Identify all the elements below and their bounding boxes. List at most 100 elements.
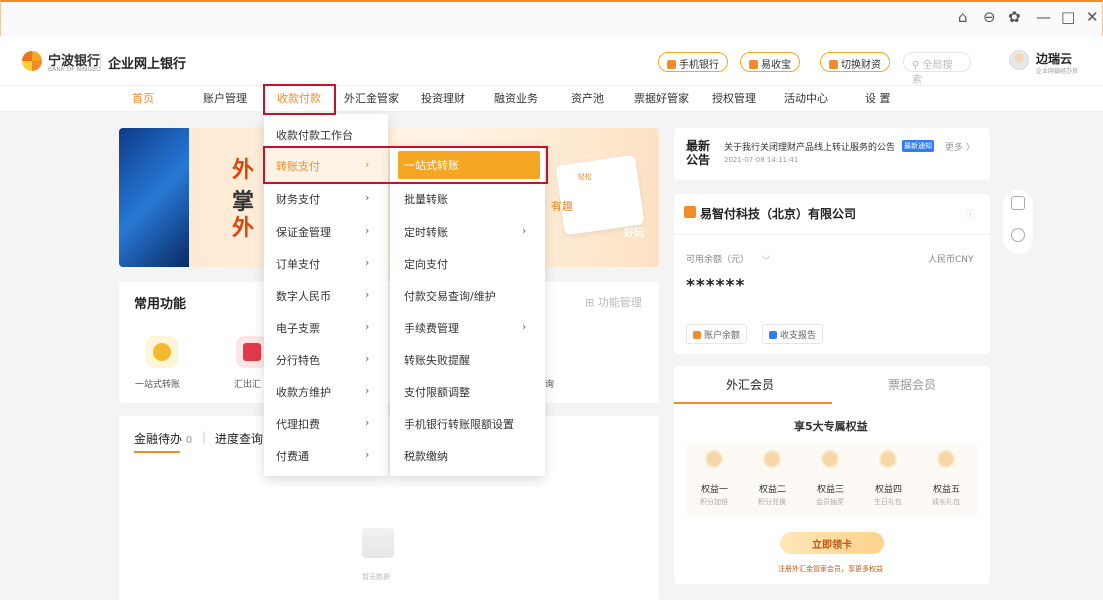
income-report-button[interactable]: 收支报告 xyxy=(762,324,824,344)
maximize-icon[interactable]: □ xyxy=(1061,8,1075,26)
menu-deposit-mgmt[interactable]: 保证金管理 xyxy=(276,224,331,240)
briefcase-icon[interactable] xyxy=(1011,196,1025,210)
perk-1-icon xyxy=(705,450,723,468)
member-tab-underline xyxy=(674,402,832,404)
perk-4-icon xyxy=(879,450,897,468)
chevron-right-icon: › xyxy=(522,320,527,333)
submenu-mobile-limit[interactable]: 手机银行转账限额设置 xyxy=(404,416,514,432)
menu-finance-payment[interactable]: 财务支付 xyxy=(276,191,320,207)
mobile-bank-button[interactable]: 手机银行 xyxy=(658,52,728,72)
chevron-right-icon: › xyxy=(365,416,370,429)
headset-icon[interactable] xyxy=(1011,228,1025,242)
nav-forex[interactable]: 外汇金管家 xyxy=(344,90,399,106)
function-query[interactable]: 询 xyxy=(545,377,554,390)
banner-tag-play: 好玩 xyxy=(624,228,644,239)
get-card-button[interactable]: 立即领卡 xyxy=(780,532,884,554)
banner-tag-easy: 轻松 xyxy=(578,173,592,181)
tab-progress-query[interactable]: 进度查询 xyxy=(215,430,263,447)
global-search-input[interactable]: ⚲ 全局搜索 xyxy=(903,52,971,86)
nav-asset-pool[interactable]: 资产池 xyxy=(571,90,604,106)
report-icon xyxy=(769,331,777,339)
chevron-right-icon: › xyxy=(365,320,370,333)
perk-4-name: 权益四 xyxy=(875,485,903,495)
perk-3-icon xyxy=(821,450,839,468)
switch-treasury-label: 切换财资 xyxy=(841,60,881,71)
mobile-bank-label: 手机银行 xyxy=(679,60,719,71)
function-remit[interactable]: 汇出汇 xyxy=(234,377,261,390)
menu-order-payment[interactable]: 订单支付 xyxy=(276,256,320,272)
chevron-right-icon: › xyxy=(522,224,527,237)
empty-state-icon xyxy=(362,528,394,558)
company-name[interactable]: 易智付科技（北京）有限公司 xyxy=(700,205,856,222)
tab-forex-member[interactable]: 外汇会员 xyxy=(726,376,774,393)
avatar[interactable] xyxy=(1009,50,1029,70)
close-icon[interactable]: ✕ xyxy=(1086,8,1099,26)
nav-activity[interactable]: 活动中心 xyxy=(784,90,828,106)
menu-agent-deduction[interactable]: 代理扣费 xyxy=(276,416,320,432)
nav-bills[interactable]: 票据好管家 xyxy=(634,90,689,106)
switch-icon xyxy=(829,60,838,69)
chevron-right-icon: › xyxy=(365,352,370,365)
balance-icon xyxy=(693,331,701,339)
eye-icon[interactable]: ◡ xyxy=(762,251,770,261)
one-stop-transfer-icon[interactable] xyxy=(146,336,178,368)
announcement-badge: 最新通知 xyxy=(902,140,934,152)
account-balance-button[interactable]: 账户余额 xyxy=(686,324,748,344)
announcement-title[interactable]: 关于我行关闭理财产品线上转让服务的公告 xyxy=(724,140,895,153)
nav-accounts[interactable]: 账户管理 xyxy=(203,90,247,106)
announcement-panel xyxy=(674,128,990,180)
user-role: 企业网银经办员 xyxy=(1036,68,1079,75)
perk-5-name: 权益五 xyxy=(933,485,961,495)
submenu-fee-mgmt[interactable]: 手续费管理 xyxy=(404,320,459,336)
announcement-tag-line1: 最新 xyxy=(686,139,711,153)
menu-payee-maintenance[interactable]: 收款方维护 xyxy=(276,384,331,400)
info-icon[interactable]: ⓘ xyxy=(966,207,975,220)
submenu-batch-transfer[interactable]: 批量转账 xyxy=(404,191,448,207)
menu-fee-pass[interactable]: 付费通 xyxy=(276,448,309,464)
submenu-transfer-failure-alert[interactable]: 转账失败提醒 xyxy=(404,352,470,368)
menu-payments-workbench[interactable]: 收款付款工作台 xyxy=(276,127,353,143)
submenu-payment-query[interactable]: 付款交易查询/维护 xyxy=(404,288,496,304)
announcement-more-link[interactable]: 更多 〉 xyxy=(945,140,975,153)
main-nav xyxy=(0,86,1103,112)
account-divider xyxy=(674,234,990,235)
announcement-date: 2021-07-08 14:11:41 xyxy=(724,156,799,164)
menu-branch-features[interactable]: 分行特色 xyxy=(276,352,320,368)
submenu-directed-payment[interactable]: 定向支付 xyxy=(404,256,448,272)
chevron-right-icon: › xyxy=(365,191,370,204)
home-icon[interactable]: ⌂ xyxy=(958,8,968,26)
chevron-right-icon: › xyxy=(365,288,370,301)
minimize-icon[interactable]: — xyxy=(1036,8,1051,26)
search-icon: ⚲ xyxy=(912,60,923,71)
submenu-limit-adjust[interactable]: 支付限额调整 xyxy=(404,384,470,400)
nav-home[interactable]: 首页 xyxy=(132,90,154,106)
tab-finance-todo[interactable]: 金融待办 0 xyxy=(134,430,192,447)
account-balance-label: 账户余额 xyxy=(704,331,741,341)
income-report-label: 收支报告 xyxy=(780,331,817,341)
yishoubao-button[interactable]: 易收宝 xyxy=(740,52,800,72)
submenu-tax-payment[interactable]: 税款缴纳 xyxy=(404,448,448,464)
user-name[interactable]: 边瑞云 xyxy=(1036,50,1072,67)
banner-tag-fun: 有趣 xyxy=(551,200,573,213)
perk-5-icon xyxy=(937,450,955,468)
submenu-scheduled-transfer[interactable]: 定时转账 xyxy=(404,224,448,240)
settings-icon[interactable]: ✿ xyxy=(1008,8,1021,26)
function-one-stop-transfer[interactable]: 一站式转账 xyxy=(135,377,180,390)
menu-e-check[interactable]: 电子支票 xyxy=(276,320,320,336)
chevron-right-icon: › xyxy=(365,224,370,237)
perk-3-sub: 会员抽奖 xyxy=(816,498,844,506)
nav-financing[interactable]: 融资业务 xyxy=(494,90,538,106)
function-manage-button[interactable]: ⊞ 功能管理 xyxy=(585,294,642,310)
zoom-out-icon[interactable]: ⊖ xyxy=(983,8,996,26)
function-manage-label: 功能管理 xyxy=(597,296,642,309)
balance-currency: 人民币CNY xyxy=(928,255,974,265)
nav-investment[interactable]: 投资理财 xyxy=(421,90,465,106)
chevron-right-icon: › xyxy=(365,448,370,461)
menu-digital-rmb[interactable]: 数字人民币 xyxy=(276,288,331,304)
nav-authorization[interactable]: 授权管理 xyxy=(712,90,756,106)
nav-settings[interactable]: 设 置 xyxy=(865,90,891,106)
announcement-tag: 最新 公告 xyxy=(686,139,710,167)
tab-bill-member[interactable]: 票据会员 xyxy=(888,376,936,393)
switch-treasury-button[interactable]: 切换财资 xyxy=(820,52,890,72)
member-note: 注册外汇金管家会员，享更多权益 xyxy=(778,565,883,573)
